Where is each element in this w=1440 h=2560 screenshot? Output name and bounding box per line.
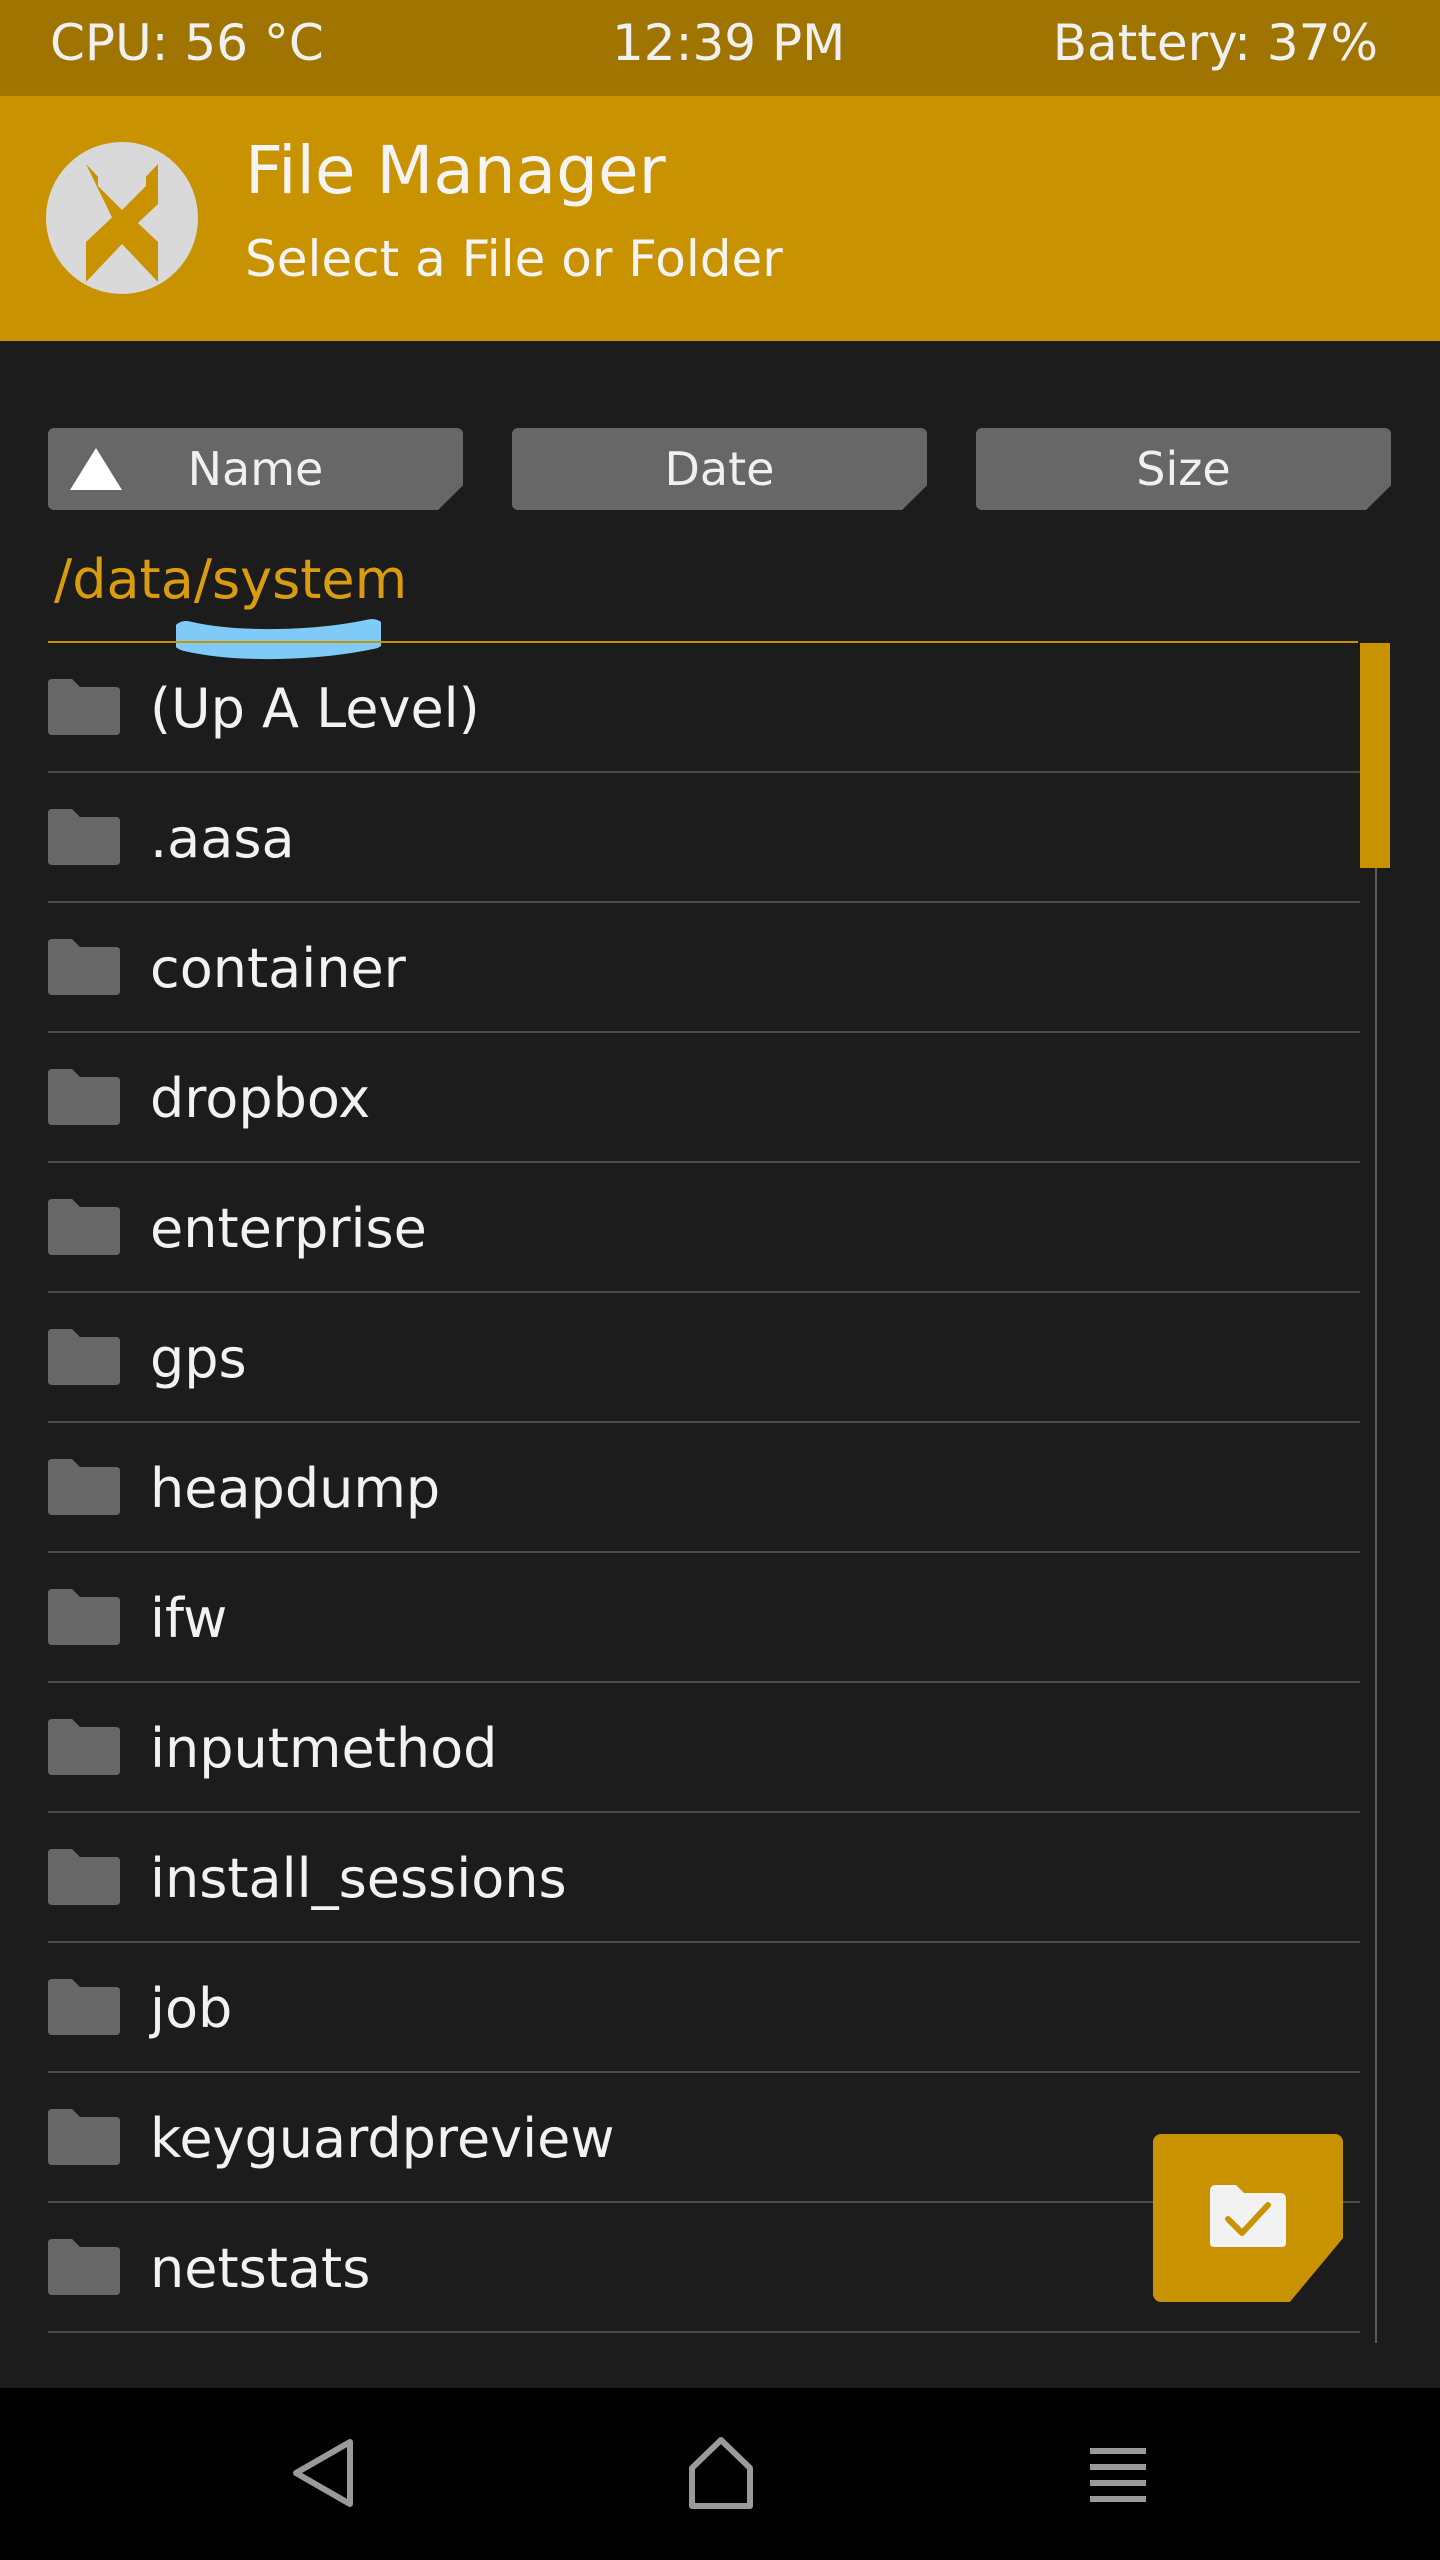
file-list-item[interactable]: ifw (48, 1553, 1360, 1683)
file-list-item[interactable]: heapdump (48, 1423, 1360, 1553)
menu-icon[interactable] (1074, 2428, 1164, 2518)
status-bar: CPU: 56 °C 12:39 PM Battery: 37% (0, 0, 1440, 96)
file-list-item[interactable]: dropbox (48, 1033, 1360, 1163)
twrp-logo-icon (46, 142, 198, 294)
file-list-item[interactable]: .aasa (48, 773, 1360, 903)
file-list-item[interactable]: enterprise (48, 1163, 1360, 1293)
back-triangle-icon[interactable] (280, 2428, 370, 2518)
navigation-bar (0, 2388, 1440, 2560)
file-list-item[interactable]: inputmethod (48, 1683, 1360, 1813)
sort-size-label: Size (1136, 442, 1231, 496)
file-list-item[interactable]: install_sessions (48, 1813, 1360, 1943)
folder-icon (48, 1849, 120, 1905)
folder-icon (48, 1589, 120, 1645)
file-name-label: container (150, 937, 406, 1000)
folder-icon (48, 939, 120, 995)
file-name-label: inputmethod (150, 1717, 498, 1780)
file-name-label: enterprise (150, 1197, 427, 1260)
folder-icon (48, 1459, 120, 1515)
folder-check-icon (1210, 2185, 1286, 2247)
scrollbar-thumb[interactable] (1360, 643, 1390, 868)
header: File Manager Select a File or Folder (0, 96, 1440, 341)
file-name-label: gps (150, 1327, 247, 1390)
file-name-label: install_sessions (150, 1847, 567, 1910)
folder-icon (48, 809, 120, 865)
folder-icon (48, 2239, 120, 2295)
page-title: File Manager (245, 132, 666, 209)
file-name-label: keyguardpreview (150, 2107, 615, 2170)
folder-icon (48, 679, 120, 735)
page-subtitle: Select a File or Folder (245, 230, 783, 288)
clock: 12:39 PM (612, 14, 846, 72)
current-path: /data/system (54, 548, 408, 611)
folder-icon (48, 1719, 120, 1775)
cpu-temperature: CPU: 56 °C (50, 14, 324, 72)
sort-date-label: Date (664, 442, 775, 496)
file-list[interactable]: (Up A Level) .aasa container dropbox enterpr… (48, 643, 1360, 2343)
scrollbar-track[interactable] (1375, 643, 1377, 2343)
folder-icon (48, 2109, 120, 2165)
triangle-up-icon (70, 448, 122, 490)
file-name-label: job (150, 1977, 233, 2040)
sort-name-label: Name (187, 442, 324, 496)
folder-icon (48, 1329, 120, 1385)
file-list-item[interactable]: gps (48, 1293, 1360, 1423)
battery-level: Battery: 37% (1052, 14, 1378, 72)
sort-by-size-button[interactable]: Size (976, 428, 1391, 510)
sort-by-name-button[interactable]: Name (48, 428, 463, 510)
home-icon[interactable] (676, 2428, 766, 2518)
file-name-label: dropbox (150, 1067, 371, 1130)
file-list-item[interactable]: job (48, 1943, 1360, 2073)
file-list-item[interactable]: container (48, 903, 1360, 1033)
file-name-label: netstats (150, 2237, 371, 2300)
sort-by-date-button[interactable]: Date (512, 428, 927, 510)
file-name-label: heapdump (150, 1457, 441, 1520)
file-name-label: ifw (150, 1587, 228, 1650)
file-name-label: .aasa (150, 807, 295, 870)
folder-icon (48, 1069, 120, 1125)
file-name-label: (Up A Level) (150, 677, 480, 740)
file-list-item[interactable]: (Up A Level) (48, 643, 1360, 773)
folder-icon (48, 1979, 120, 2035)
folder-icon (48, 1199, 120, 1255)
